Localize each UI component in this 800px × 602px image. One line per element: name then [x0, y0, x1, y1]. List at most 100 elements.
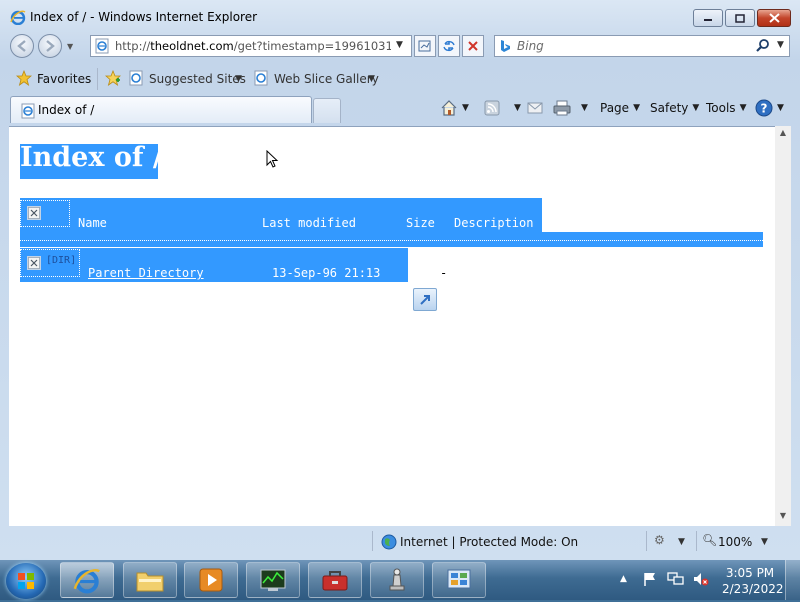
clock-date[interactable]: 2/23/2022 [722, 582, 784, 596]
rss-feed-icon [484, 100, 500, 116]
print-dropdown-icon[interactable]: ▼ [581, 103, 588, 113]
recent-pages-dropdown[interactable]: ▼ [67, 42, 77, 52]
printer-icon [553, 100, 571, 116]
tools-menu-label: Tools [706, 101, 736, 115]
mouse-cursor-icon [266, 150, 279, 168]
broken-image-icon [27, 256, 41, 270]
start-button[interactable] [6, 563, 46, 599]
action-center-flag-icon[interactable] [642, 571, 658, 587]
scroll-up-icon[interactable]: ▲ [775, 128, 791, 142]
show-hidden-icons-button[interactable]: ▲ [620, 574, 627, 584]
folder-icon [136, 572, 164, 592]
maximize-icon [735, 13, 745, 23]
close-icon [768, 13, 780, 23]
column-header-size[interactable]: Size [406, 216, 435, 230]
help-button[interactable]: ? ▼ [755, 98, 784, 118]
toolbox-icon [322, 571, 348, 591]
help-dropdown-icon[interactable]: ▼ [777, 103, 784, 113]
home-button[interactable]: ▼ [440, 98, 469, 118]
minimize-button[interactable] [693, 9, 723, 27]
control-panel-icon [447, 569, 471, 589]
address-dropdown-icon[interactable]: ▼ [396, 40, 403, 50]
web-slice-gallery-dropdown-icon[interactable]: ▼ [368, 74, 375, 84]
svg-text:?: ? [761, 102, 768, 116]
suggested-sites-dropdown-icon[interactable]: ▼ [235, 74, 242, 84]
feeds-dropdown-icon[interactable]: ▼ [514, 103, 521, 113]
vertical-scrollbar[interactable] [775, 126, 791, 526]
forward-button[interactable] [38, 34, 62, 58]
tab-index[interactable]: Index of / [10, 96, 312, 123]
taskbar-control-panel[interactable] [432, 562, 486, 598]
favorites-button[interactable]: Favorites [37, 72, 91, 86]
search-box[interactable]: Bing ▼ [494, 35, 790, 57]
safety-menu[interactable]: Safety ▼ [650, 98, 699, 118]
favorites-separator [97, 68, 98, 90]
addons-dropdown-icon[interactable]: ▼ [678, 537, 685, 547]
safety-menu-dropdown-icon: ▼ [692, 103, 700, 113]
security-zone-status[interactable]: Internet | Protected Mode: On [400, 535, 578, 549]
safety-menu-label: Safety [650, 101, 689, 115]
media-player-icon [199, 568, 223, 592]
column-header-last-modified[interactable]: Last modified [262, 216, 356, 230]
maximize-button[interactable] [725, 9, 755, 27]
taskbar-task-manager[interactable] [246, 562, 300, 598]
column-header-name[interactable]: Name [78, 216, 107, 230]
favorites-star-icon[interactable] [16, 70, 32, 86]
status-separator [646, 531, 647, 551]
search-options-dropdown[interactable]: ▼ [777, 40, 784, 50]
scroll-down-icon[interactable]: ▼ [775, 511, 791, 525]
close-button[interactable] [757, 9, 791, 27]
address-url[interactable]: http://theoldnet.com/get?timestamp=19961… [115, 39, 391, 53]
search-placeholder: Bing [517, 39, 544, 53]
taskbar-windows-explorer[interactable] [123, 562, 177, 598]
refresh-button[interactable] [438, 35, 460, 57]
tab-label: Index of / [38, 103, 95, 117]
taskbar-internet-explorer[interactable] [60, 562, 114, 598]
page-menu-label: Page [600, 101, 630, 115]
feeds-button[interactable]: ▼ [484, 98, 521, 118]
tools-menu-dropdown-icon: ▼ [739, 103, 747, 113]
ie-logo-icon [10, 10, 26, 25]
stop-button[interactable] [462, 35, 484, 57]
broken-image-icon [27, 206, 41, 220]
page-icon [21, 103, 35, 119]
web-slice-gallery-link[interactable]: Web Slice Gallery [274, 72, 379, 86]
manage-addons-icon[interactable]: ⚙ [654, 533, 665, 547]
page-heading: Index of / [20, 142, 163, 173]
help-icon: ? [755, 99, 773, 117]
parent-directory-link[interactable]: Parent Directory [88, 266, 204, 280]
back-button[interactable] [10, 34, 34, 58]
home-dropdown-icon[interactable]: ▼ [462, 103, 469, 113]
page-menu[interactable]: Page ▼ [600, 98, 640, 118]
forward-arrow-icon [46, 40, 55, 52]
minimize-icon [704, 19, 712, 21]
accelerator-arrow-icon [420, 295, 430, 305]
compatibility-view-icon [418, 40, 431, 52]
new-tab-button[interactable] [313, 98, 341, 123]
address-bar[interactable]: http://theoldnet.com/get?timestamp=19961… [90, 35, 412, 57]
tools-menu[interactable]: Tools ▼ [706, 98, 746, 118]
stop-icon [468, 41, 478, 51]
taskbar-toolbox[interactable] [308, 562, 362, 598]
compatibility-view-button[interactable] [414, 35, 436, 57]
accelerator-icon[interactable] [413, 288, 437, 311]
column-header-description[interactable]: Description [454, 216, 533, 230]
zoom-icon[interactable]: 🔍︎ [702, 533, 717, 547]
suggested-sites-link[interactable]: Suggested Sites [149, 72, 246, 86]
add-to-favorites-bar-icon[interactable] [105, 70, 121, 86]
search-icon[interactable] [755, 38, 771, 54]
network-icon[interactable] [667, 571, 685, 587]
taskbar-media-player[interactable] [184, 562, 238, 598]
page-content [9, 126, 775, 526]
clock-time[interactable]: 3:05 PM [722, 566, 778, 580]
zoom-dropdown-icon[interactable]: ▼ [761, 537, 768, 547]
read-mail-button[interactable] [527, 98, 543, 118]
internet-zone-icon [381, 534, 397, 550]
zoom-level[interactable]: 100% [718, 535, 752, 549]
volume-muted-icon[interactable] [692, 571, 710, 587]
print-button[interactable]: ▼ [553, 98, 588, 118]
show-desktop-button[interactable] [785, 560, 800, 600]
header-divider [20, 240, 763, 241]
taskbar-chess-titans[interactable] [370, 562, 424, 598]
back-arrow-icon [17, 40, 26, 52]
